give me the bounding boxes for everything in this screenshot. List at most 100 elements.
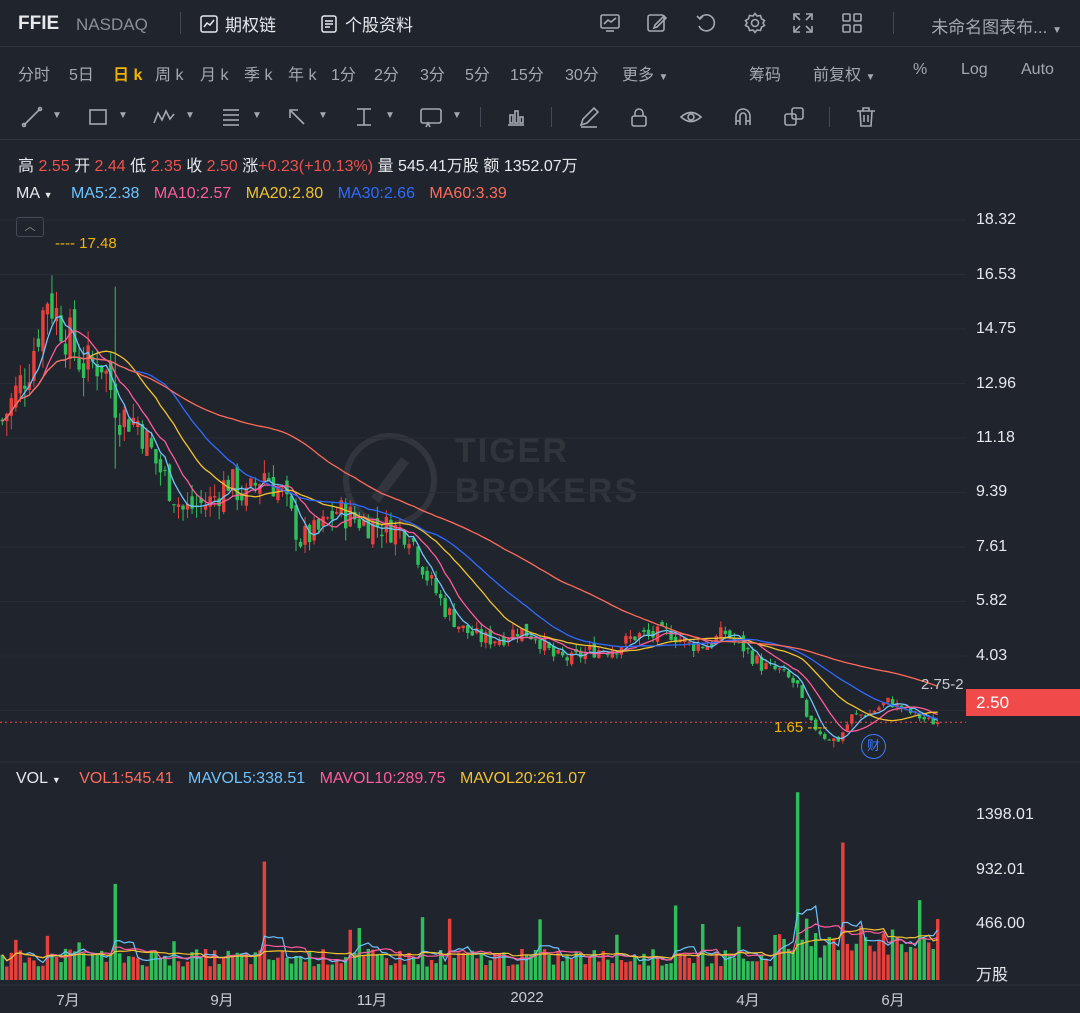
volume-axis-tick: 932.01	[976, 861, 1025, 878]
volume-bar	[127, 956, 131, 980]
candle-body	[646, 629, 651, 635]
volume-bar	[54, 956, 59, 980]
candle-body	[231, 469, 235, 491]
volume-bar	[560, 961, 565, 980]
volume-bar	[172, 941, 176, 980]
candle-body	[470, 631, 474, 636]
candle-body	[122, 409, 126, 428]
candle-body	[181, 505, 185, 510]
volume-bar	[565, 955, 569, 980]
candle-body	[922, 716, 926, 720]
candle-body	[493, 641, 497, 644]
candle-body	[723, 630, 728, 635]
candle-body	[804, 699, 809, 717]
candle-body	[407, 544, 411, 549]
volume-bar	[886, 954, 890, 980]
candle-body	[316, 519, 321, 530]
max-price-annotation: ---- 17.48	[55, 235, 117, 252]
candle-body	[606, 654, 610, 656]
volume-bar	[334, 960, 339, 980]
volume-bar	[199, 957, 203, 980]
candle-body	[786, 671, 791, 678]
volume-bar	[597, 961, 601, 980]
volume-bar	[294, 955, 298, 980]
candle-body	[23, 385, 27, 389]
volume-bar	[456, 952, 461, 980]
volume-bar	[768, 966, 773, 980]
volume-bar	[271, 960, 276, 980]
x-axis-tick: 6月	[881, 992, 905, 1009]
volume-bar	[714, 952, 719, 980]
price-volume-chart[interactable]	[0, 0, 1080, 1013]
volume-bar	[285, 957, 289, 980]
volume-bar	[899, 944, 904, 980]
volume-bar	[569, 958, 574, 980]
volume-bar	[276, 957, 280, 980]
volume-bar	[325, 964, 330, 980]
candle-body	[832, 738, 836, 741]
volume-bar	[339, 963, 343, 980]
earnings-event-icon[interactable]: 财	[861, 734, 886, 759]
candle-body	[325, 517, 330, 519]
volume-bar	[208, 966, 212, 980]
candle-body	[357, 519, 361, 529]
volume-bar	[0, 954, 4, 980]
candle-body	[172, 504, 176, 506]
volume-bar	[475, 958, 479, 980]
candle-body	[795, 680, 800, 684]
volume-bar	[131, 956, 136, 980]
candle-body	[624, 635, 628, 644]
candle-body	[77, 358, 81, 370]
candle-body	[149, 438, 154, 448]
volume-bar	[511, 964, 515, 980]
volume-bar	[678, 953, 682, 980]
volume-bar	[795, 792, 800, 980]
volume-bar	[786, 948, 791, 980]
volume-bar	[447, 918, 452, 980]
volume-bar	[316, 964, 321, 980]
volume-bar	[908, 946, 913, 980]
volume-bar	[298, 956, 303, 980]
candle-body	[628, 636, 633, 639]
candle-body	[615, 653, 619, 655]
candle-body	[294, 505, 298, 540]
candle-body	[145, 430, 149, 456]
volume-bar	[515, 964, 520, 980]
volume-bar	[777, 934, 782, 980]
candle-body	[36, 338, 41, 347]
volume-bar	[642, 953, 646, 980]
volume-bar	[841, 842, 845, 980]
candle-body	[127, 419, 131, 432]
volume-bar	[63, 948, 68, 980]
volume-bar	[86, 966, 90, 980]
volume-bar	[5, 966, 9, 980]
price-axis-tick: 7.61	[976, 538, 1008, 555]
volume-bar	[104, 961, 108, 980]
volume-bar	[863, 937, 868, 980]
x-axis-tick: 4月	[736, 992, 760, 1009]
volume-bar	[556, 951, 560, 980]
candle-body	[701, 646, 705, 649]
price-axis-tick: 14.75	[976, 320, 1017, 337]
volume-bar	[610, 963, 615, 980]
volume-bar	[682, 954, 687, 980]
volume-bar	[872, 951, 877, 980]
volume-bar	[936, 919, 940, 980]
volume-bar	[913, 948, 917, 980]
candle-body	[854, 713, 859, 715]
candle-body	[782, 669, 786, 671]
volume-bar	[154, 952, 158, 980]
volume-bar	[18, 950, 23, 980]
volume-bar	[669, 963, 673, 980]
volume-bar	[637, 964, 642, 980]
volume-bar	[185, 961, 190, 980]
candle-body	[791, 677, 795, 683]
volume-bar	[895, 936, 899, 980]
volume-bar	[850, 950, 854, 980]
volume-bar	[710, 963, 714, 980]
candle-body	[592, 642, 596, 658]
volume-axis-tick: 1398.01	[976, 806, 1034, 823]
candle-body	[104, 370, 108, 374]
candle-body	[741, 635, 746, 652]
volume-bar	[231, 955, 235, 980]
